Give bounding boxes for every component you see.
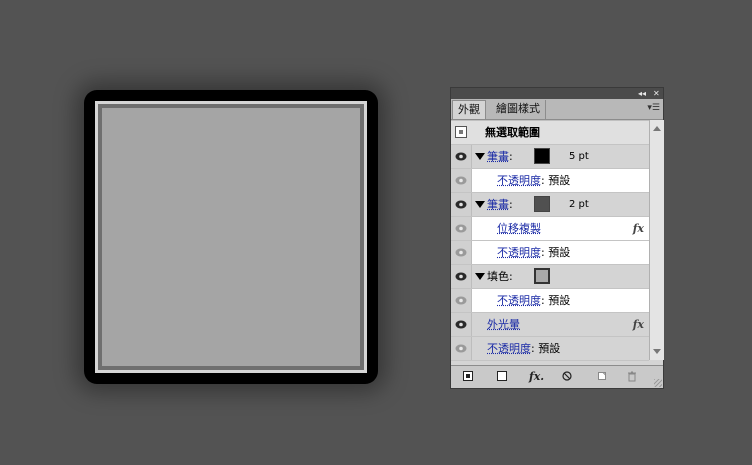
expand-triangle-icon[interactable] xyxy=(475,152,485,160)
opacity-link[interactable]: 不透明度 xyxy=(497,294,541,307)
stroke-link[interactable]: 筆畫 xyxy=(487,198,509,211)
fx-icon: fx xyxy=(632,318,644,331)
expand-triangle-icon[interactable] xyxy=(475,200,485,208)
opacity-link[interactable]: 不透明度 xyxy=(497,174,541,187)
visibility-eye-icon[interactable] xyxy=(451,289,472,312)
opacity-value: 預設 xyxy=(538,342,561,355)
visibility-eye-icon[interactable] xyxy=(451,265,472,288)
stroke-row[interactable]: 筆畫: 5 pt xyxy=(451,145,649,169)
opacity-link[interactable]: 不透明度 xyxy=(487,342,531,355)
panel-menu-icon[interactable]: ▾☰ xyxy=(647,103,660,113)
scroll-up-icon[interactable] xyxy=(653,126,661,131)
stroke-row[interactable]: 筆畫: 2 pt xyxy=(451,193,649,217)
delete-item-icon[interactable] xyxy=(627,371,637,385)
appearance-panel: ◂◂ ✕ 外觀 繪圖樣式 ▾☰ 無選取範圍 筆畫: 5 pt 不透明度: 預設 … xyxy=(450,87,664,389)
stroke-weight[interactable]: 2 pt xyxy=(569,193,589,216)
stroke-color-swatch[interactable] xyxy=(534,196,550,212)
stroke-weight[interactable]: 5 pt xyxy=(569,145,589,168)
visibility-eye-icon[interactable] xyxy=(451,193,472,216)
artwork-rounded-square[interactable] xyxy=(84,90,378,384)
opacity-link[interactable]: 不透明度 xyxy=(497,246,541,259)
fx-icon: fx xyxy=(632,222,644,235)
add-effect-icon[interactable]: fx. xyxy=(529,371,544,382)
duplicate-item-icon[interactable] xyxy=(597,371,607,384)
opacity-row[interactable]: 不透明度: 預設 xyxy=(451,289,649,313)
no-selection-icon xyxy=(455,126,467,138)
scroll-down-icon[interactable] xyxy=(653,349,661,354)
opacity-row[interactable]: 不透明度: 預設 xyxy=(451,241,649,265)
opacity-value: 預設 xyxy=(548,246,571,259)
fill-label: 填色 xyxy=(487,270,509,283)
tab-graphic-styles[interactable]: 繪圖樣式 xyxy=(491,100,546,119)
panel-bottom-toolbar: fx. xyxy=(451,365,663,388)
selection-header-row: 無選取範圍 xyxy=(451,121,649,145)
fill-row[interactable]: 填色: xyxy=(451,265,649,289)
panel-scrollbar[interactable] xyxy=(649,120,664,360)
opacity-value: 預設 xyxy=(548,174,571,187)
visibility-eye-icon[interactable] xyxy=(451,337,472,360)
effect-row[interactable]: 位移複製 fx xyxy=(451,217,649,241)
transform-effect-link[interactable]: 位移複製 xyxy=(497,222,541,235)
visibility-eye-icon[interactable] xyxy=(451,313,472,336)
visibility-eye-icon[interactable] xyxy=(451,217,472,240)
effect-row[interactable]: 外光暈 fx xyxy=(451,313,649,337)
add-stroke-icon[interactable] xyxy=(463,371,473,384)
resize-grip[interactable] xyxy=(654,379,662,387)
opacity-row[interactable]: 不透明度: 預設 xyxy=(451,169,649,193)
visibility-eye-icon[interactable] xyxy=(451,169,472,192)
outer-glow-link[interactable]: 外光暈 xyxy=(487,318,520,331)
collapse-icon[interactable]: ◂◂ xyxy=(638,88,646,99)
fill-color-swatch[interactable] xyxy=(534,268,550,284)
close-icon[interactable]: ✕ xyxy=(653,88,660,99)
visibility-eye-icon[interactable] xyxy=(451,241,472,264)
panel-tabbar: 外觀 繪圖樣式 ▾☰ xyxy=(451,99,663,120)
visibility-eye-icon[interactable] xyxy=(451,145,472,168)
add-fill-icon[interactable] xyxy=(497,371,507,384)
clear-appearance-icon[interactable] xyxy=(562,371,572,384)
panel-titlebar: ◂◂ ✕ xyxy=(451,88,663,99)
selection-header-label: 無選取範圍 xyxy=(485,126,540,139)
artwork-fill xyxy=(102,108,360,366)
artwork-gray-stroke xyxy=(98,104,364,370)
artwork-light-stroke xyxy=(95,101,367,373)
opacity-value: 預設 xyxy=(548,294,571,307)
tab-appearance[interactable]: 外觀 xyxy=(452,100,486,119)
opacity-row[interactable]: 不透明度: 預設 xyxy=(451,337,649,361)
stroke-link[interactable]: 筆畫 xyxy=(487,150,509,163)
expand-triangle-icon[interactable] xyxy=(475,272,485,280)
stroke-color-swatch[interactable] xyxy=(534,148,550,164)
appearance-list: 無選取範圍 筆畫: 5 pt 不透明度: 預設 筆畫: 2 pt 位移複製 fx… xyxy=(451,120,649,361)
